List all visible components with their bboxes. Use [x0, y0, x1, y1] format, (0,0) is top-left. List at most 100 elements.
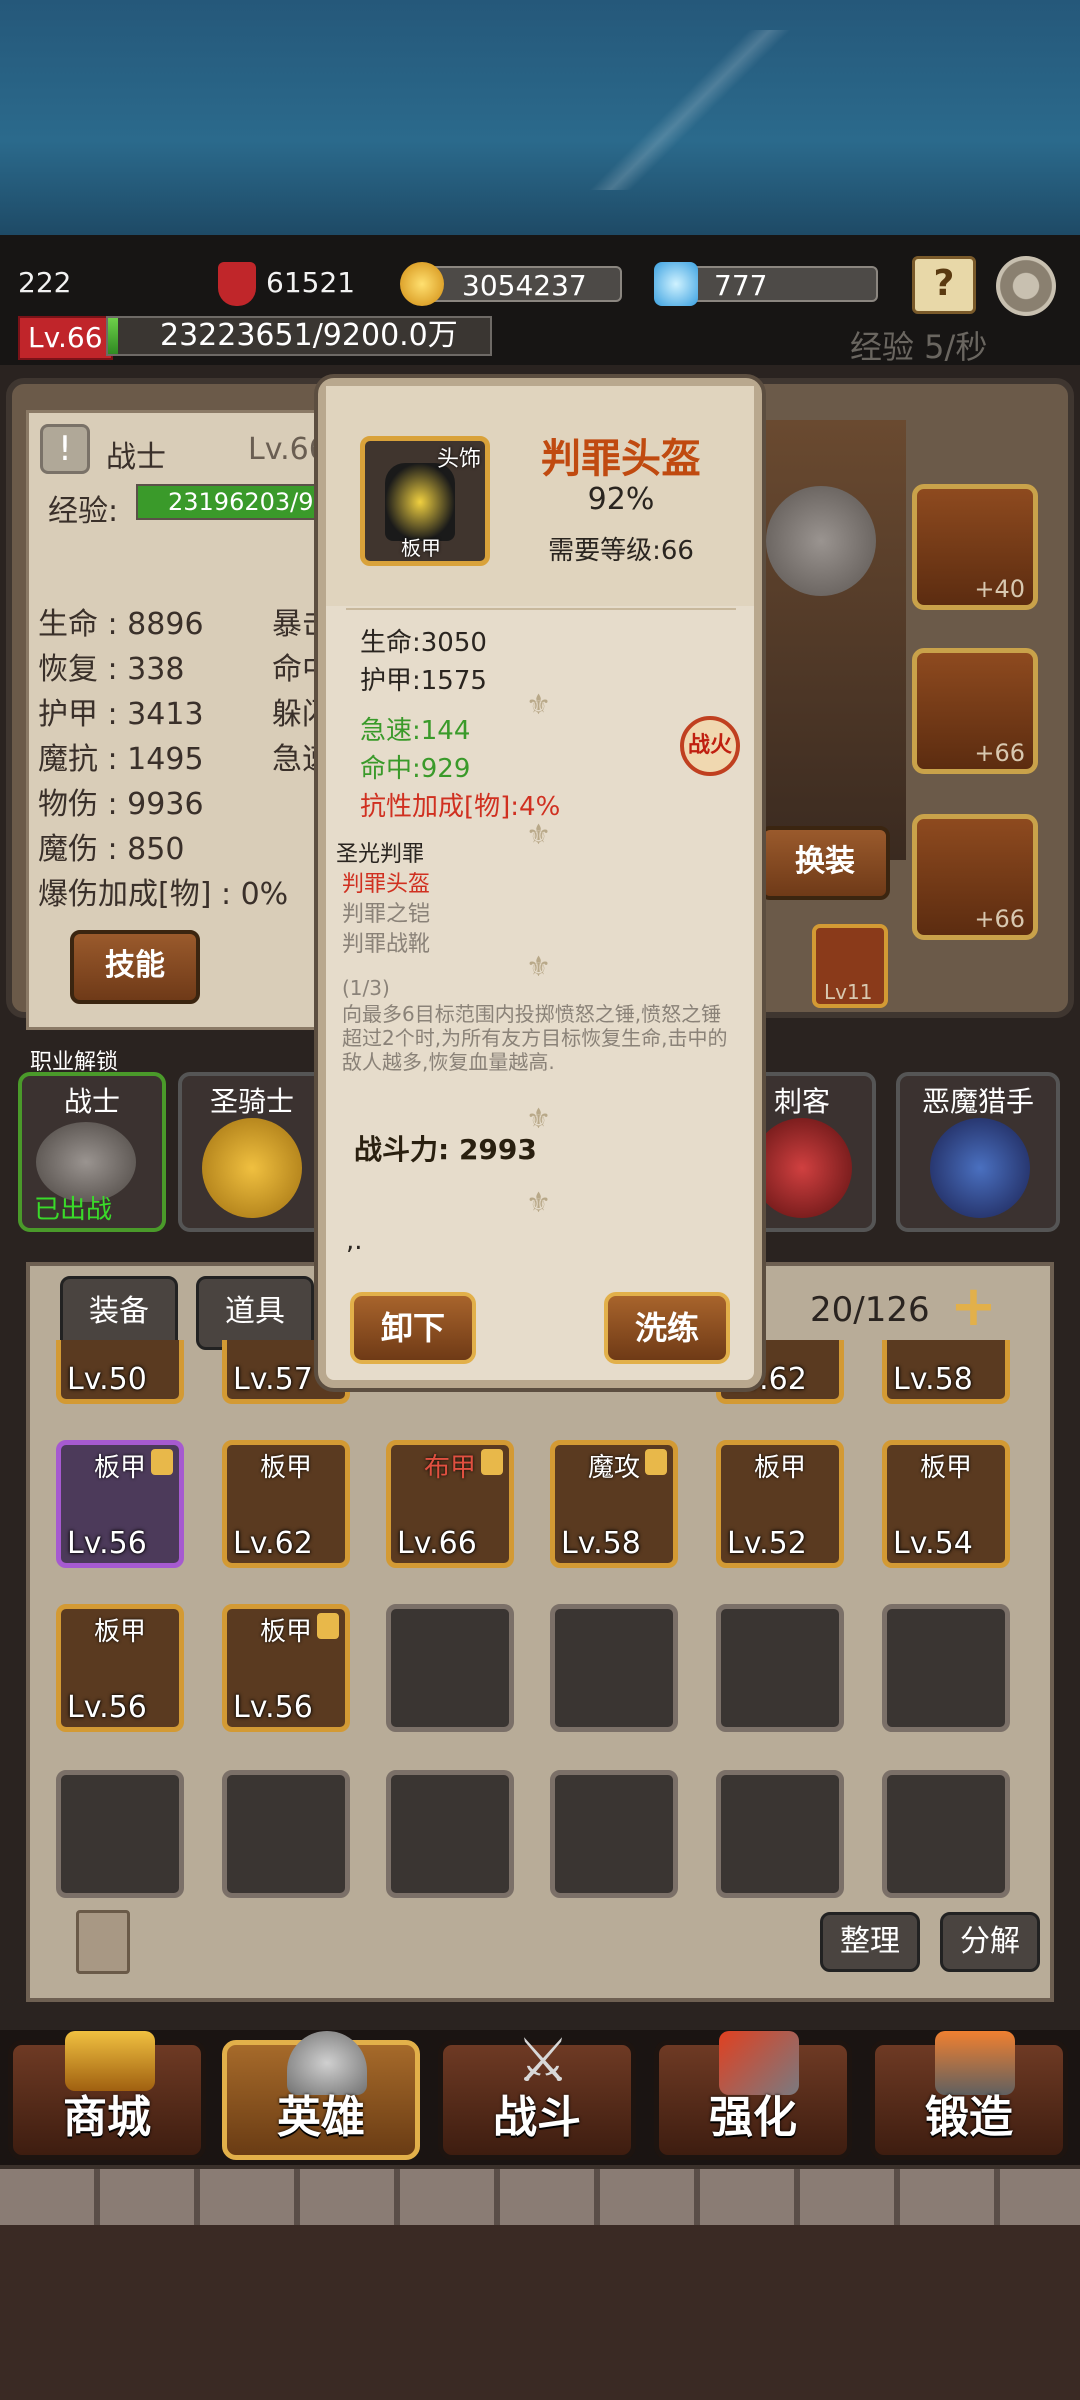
set-name: 圣光判罪	[336, 842, 425, 867]
player-level-badge: Lv.66	[18, 316, 113, 360]
war-fire-badge: 战火	[680, 716, 740, 776]
ground-decoration	[0, 2225, 1080, 2400]
inventory-cell-empty[interactable]	[882, 1604, 1010, 1732]
cell-level: Lv.58	[561, 1526, 641, 1561]
item-armor-type: 板甲	[401, 536, 441, 560]
hero-stats-left: 生命 : 8896 恢复 : 338 护甲 : 3413 魔抗 : 1495 物…	[38, 602, 288, 917]
quest-book-icon[interactable]: ?	[912, 256, 976, 314]
hero-card-name: 战士	[63, 1085, 120, 1118]
hero-exp-bar: 23196203/9	[136, 484, 326, 520]
gem-slot[interactable]: Lv11	[812, 924, 888, 1008]
inventory-cell-empty[interactable]	[550, 1604, 678, 1732]
inventory-cell-empty[interactable]	[386, 1770, 514, 1898]
stat-regen: 恢复 : 338	[38, 652, 185, 687]
inventory-cell-empty[interactable]	[716, 1604, 844, 1732]
shield-icon	[218, 262, 256, 306]
lock-icon	[645, 1449, 667, 1475]
expand-capacity-icon[interactable]: +	[950, 1279, 1010, 1335]
stat-physical-damage: 物伤 : 9936	[38, 787, 204, 822]
inventory-cell[interactable]: 板甲 Lv.52	[716, 1440, 844, 1568]
inventory-cell-empty[interactable]	[882, 1770, 1010, 1898]
change-outfit-button[interactable]: 换装	[760, 826, 890, 900]
equip-slot-weapon[interactable]: +66	[912, 648, 1038, 774]
item-detail-modal: 头饰 板甲 判罪头盔 92% 需要等级:66 生命:3050 护甲:1575 ⚜…	[318, 378, 762, 1388]
nav-label: 英雄	[277, 2092, 365, 2143]
decompose-button[interactable]: 分解	[940, 1912, 1040, 1972]
set-item-1: 判罪头盔	[342, 872, 431, 897]
item-note: ,.	[346, 1226, 363, 1256]
stat-armor: 护甲 : 3413	[38, 697, 204, 732]
hero-card-image	[752, 1118, 852, 1218]
exp-rate: 经验 5/秒	[850, 328, 988, 366]
inventory-cell[interactable]: 板甲 Lv.54	[882, 1440, 1010, 1568]
skill-button[interactable]: 技能	[70, 930, 200, 1004]
inventory-cell[interactable]: 板甲 Lv.56	[56, 1604, 184, 1732]
tab-items[interactable]: 道具	[196, 1276, 314, 1350]
brick-floor	[0, 2165, 1080, 2229]
stat-magic-resist: 魔抗 : 1495	[38, 742, 204, 777]
item-slot-label: 头饰	[436, 447, 481, 472]
inventory-cell-empty[interactable]	[386, 1604, 514, 1732]
tab-equipment[interactable]: 装备	[60, 1276, 178, 1350]
lock-icon	[151, 1449, 173, 1475]
inventory-cell-empty[interactable]	[222, 1770, 350, 1898]
gem-box[interactable]: 777	[672, 266, 878, 302]
cell-type: 板甲	[753, 1453, 806, 1483]
hero-card-paladin[interactable]: 圣骑士	[178, 1072, 326, 1232]
equip-level-2: +66	[974, 739, 1025, 767]
gem-value: 777	[714, 269, 768, 302]
hero-exp-label: 经验:	[48, 494, 119, 529]
inventory-cell[interactable]: 板甲 Lv.56	[56, 1440, 184, 1568]
hero-card-demon-hunter[interactable]: 恶魔猎手	[896, 1072, 1060, 1232]
inventory-cell-empty[interactable]	[550, 1770, 678, 1898]
hero-level: Lv.66	[248, 432, 328, 467]
inventory-cell[interactable]: 魔攻 Lv.58	[550, 1440, 678, 1568]
stat-base-armor: 护甲:1575	[360, 666, 487, 696]
cell-level: Lv.54	[893, 1526, 973, 1561]
helmet-image	[385, 463, 455, 541]
inventory-cell-empty[interactable]	[716, 1770, 844, 1898]
unequip-button[interactable]: 卸下	[350, 1292, 476, 1364]
hero-card-image	[930, 1118, 1030, 1218]
cell-level: Lv.58	[893, 1362, 973, 1397]
helmet-item-icon: 头饰 板甲	[360, 436, 490, 566]
gold-box[interactable]: 3054237	[420, 266, 622, 302]
inventory-cell[interactable]: 板甲 Lv.62	[222, 1440, 350, 1568]
set-count: (1/3)	[342, 976, 390, 1000]
nav-shop[interactable]: 商城	[8, 2031, 206, 2160]
hero-card-name: 圣骑士	[209, 1085, 294, 1118]
cell-level: Lv.52	[727, 1526, 807, 1561]
inventory-capacity: 20/126	[810, 1290, 930, 1330]
inventory-cell-empty[interactable]	[56, 1770, 184, 1898]
nav-label: 战斗	[493, 2092, 581, 2143]
power-value: 61521	[266, 266, 356, 299]
nav-battle[interactable]: ⚔ 战斗	[438, 2029, 636, 2160]
item-name: 判罪头盔	[541, 436, 701, 482]
stat-crit-damage: 爆伤加成[物] : 0%	[38, 877, 289, 912]
item-quality-percent: 92%	[587, 482, 655, 517]
nav-hero[interactable]: 英雄	[222, 2031, 420, 2160]
equip-slot-necklace[interactable]: +40	[912, 484, 1038, 610]
book-icon[interactable]	[76, 1910, 130, 1974]
sort-button[interactable]: 整理	[820, 1912, 920, 1972]
inventory-cell[interactable]: 板甲 Lv.56	[222, 1604, 350, 1732]
gold-add-icon[interactable]	[400, 262, 444, 306]
inventory-cell[interactable]: 布甲 Lv.66	[386, 1440, 514, 1568]
hero-card-status: 已出战	[34, 1195, 113, 1225]
cell-type: 板甲	[259, 1453, 312, 1483]
inventory-cell[interactable]: Lv.50	[56, 1340, 184, 1404]
set-description: 向最多6目标范围内投掷愤怒之锤,愤怒之锤超过2个时,为所有友方目标恢复生命,击中…	[342, 1002, 728, 1074]
inventory-cell[interactable]: Lv.58	[882, 1340, 1010, 1404]
hero-card-warrior[interactable]: 战士 已出战	[18, 1072, 166, 1232]
gear-icon[interactable]	[996, 256, 1056, 316]
fleur-divider: ⚜	[526, 950, 552, 983]
reforge-button[interactable]: 洗练	[604, 1292, 730, 1364]
stat-magic-damage: 魔伤 : 850	[38, 832, 185, 867]
item-required-level: 需要等级:66	[548, 536, 694, 566]
divider	[346, 608, 736, 610]
equip-slot-ring[interactable]: +66	[912, 814, 1038, 940]
info-icon[interactable]: !	[40, 424, 90, 474]
nav-forge[interactable]: 锻造	[870, 2031, 1068, 2160]
nav-enhance[interactable]: 强化	[654, 2031, 852, 2160]
gem-add-icon[interactable]	[654, 262, 698, 306]
